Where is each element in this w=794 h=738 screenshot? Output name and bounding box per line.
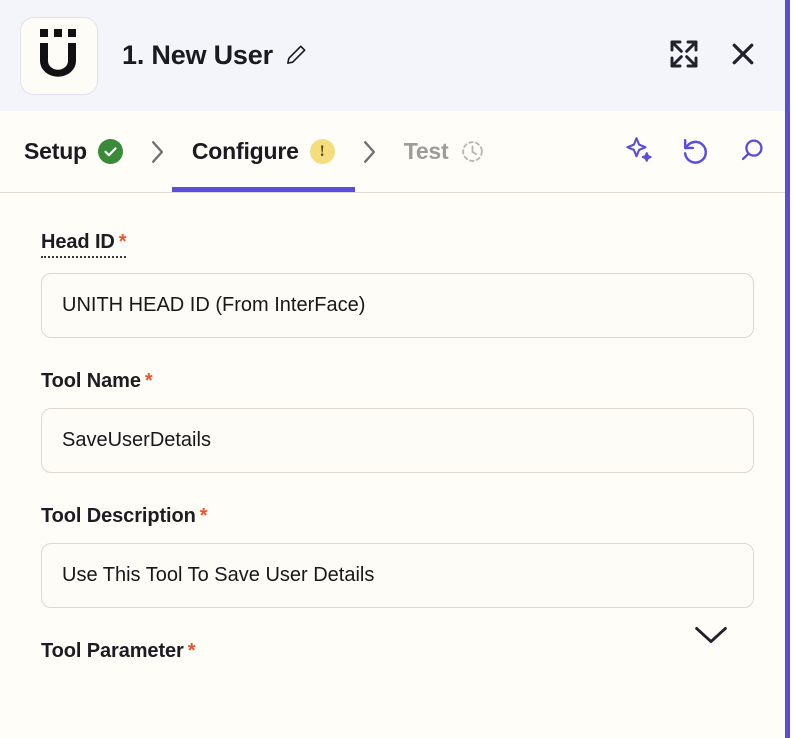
chevron-right-icon-1: [149, 140, 166, 164]
tab-setup-label: Setup: [24, 138, 87, 164]
new-user-tool-dialog: 1. New User Setup Configure ! Test Head …: [0, 0, 794, 738]
configure-form: Head ID* Tool Name* Tool Description* To…: [0, 193, 794, 738]
tool-parameter-section: Tool Parameter *: [41, 627, 753, 678]
undo-button[interactable]: [680, 135, 711, 169]
dialog-header-actions: [668, 38, 794, 73]
dialog-title-group: 1. New User: [122, 40, 308, 71]
close-button[interactable]: [728, 39, 758, 72]
undo-icon: [680, 135, 711, 169]
wizard-tabs: Setup Configure ! Test: [0, 111, 794, 193]
chevron-right-icon-2: [361, 140, 378, 164]
tab-setup[interactable]: Setup: [22, 111, 125, 192]
expand-icon: [668, 38, 700, 73]
field-tool-name: Tool Name *: [41, 370, 754, 473]
required-marker: *: [187, 640, 196, 662]
field-tool-name-label: Tool Name *: [41, 370, 153, 392]
tool-description-input[interactable]: [41, 543, 754, 608]
required-marker: *: [199, 505, 208, 527]
check-icon: [97, 139, 123, 164]
tab-configure-label: Configure: [191, 138, 299, 164]
warning-icon: !: [309, 139, 335, 164]
unith-u-umlaut-logo: [36, 28, 82, 83]
tab-test[interactable]: Test: [402, 111, 487, 192]
field-head-id-label: Head ID *: [41, 231, 127, 258]
tool-name-input[interactable]: [41, 408, 754, 473]
timer-icon: [460, 139, 485, 164]
pencil-icon[interactable]: [285, 43, 308, 71]
close-icon: [728, 39, 758, 72]
tab-configure[interactable]: Configure !: [171, 111, 355, 192]
search-button[interactable]: [737, 136, 766, 168]
field-tool-description-label: Tool Description *: [41, 505, 208, 527]
tab-test-label: Test: [403, 138, 449, 164]
search-icon: [737, 136, 766, 168]
required-marker: *: [144, 370, 153, 392]
tool-parameter-collapse-toggle[interactable]: [694, 624, 728, 649]
field-head-id: Head ID *: [41, 231, 754, 338]
tab-action-buttons: [624, 135, 794, 169]
ai-sparkle-button[interactable]: [624, 135, 654, 168]
page-title: 1. New User: [122, 40, 273, 70]
dialog-outer-gap: [790, 0, 794, 738]
expand-button[interactable]: [668, 38, 700, 73]
chevron-down-icon: [694, 627, 728, 649]
required-marker: *: [118, 231, 127, 253]
field-tool-description: Tool Description *: [41, 505, 754, 608]
head-id-input[interactable]: [41, 273, 754, 338]
dialog-header: 1. New User: [0, 0, 794, 111]
field-tool-parameter-label: Tool Parameter *: [41, 640, 196, 662]
app-logo: [20, 16, 98, 95]
ai-sparkle-icon: [624, 135, 654, 168]
